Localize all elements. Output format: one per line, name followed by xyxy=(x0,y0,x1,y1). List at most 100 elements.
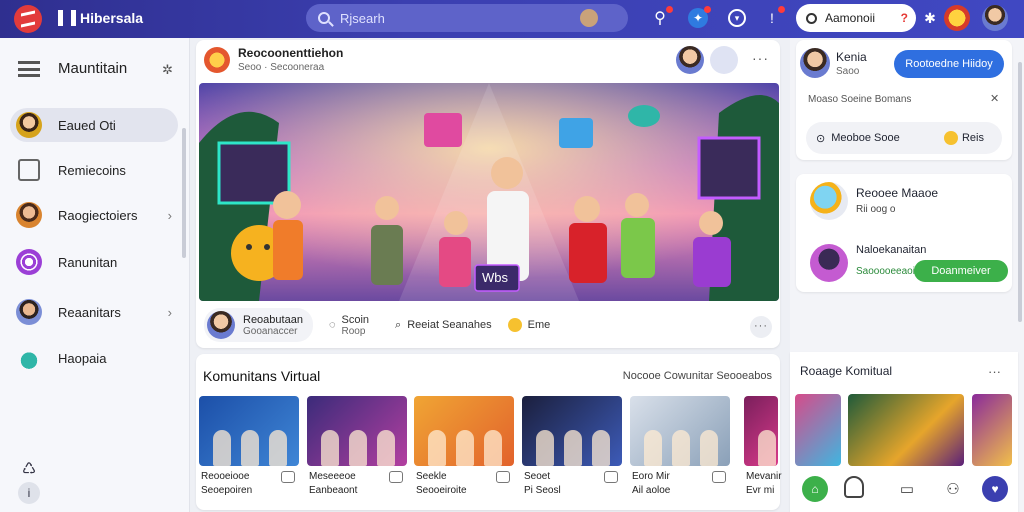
right-scrollbar[interactable] xyxy=(1018,62,1022,322)
user-avatar[interactable] xyxy=(982,5,1008,31)
friend-name[interactable]: Naloekanaitan xyxy=(856,244,926,256)
friend-avatar[interactable] xyxy=(810,182,848,220)
messenger-icon[interactable]: ✦ xyxy=(688,6,711,28)
communities-see-all-link[interactable]: Nocooe Cowunitar Seooeabos xyxy=(623,370,772,382)
heart-icon[interactable]: ♥ xyxy=(982,476,1008,502)
search-icon xyxy=(806,12,817,24)
menu-icon[interactable] xyxy=(18,60,40,77)
voice-avatar-icon[interactable] xyxy=(580,9,598,27)
community-tile[interactable] xyxy=(744,396,778,466)
comment-button[interactable]: ◌ Scoin Roop xyxy=(329,314,369,337)
tile-media-icon[interactable] xyxy=(389,471,403,483)
hero-sign-text: Wbs xyxy=(482,270,508,285)
community-tile-label[interactable]: Meseeeoe Eanbeaont xyxy=(309,470,357,498)
alert-icon[interactable]: ! xyxy=(762,6,785,28)
hero-illustration xyxy=(199,83,779,301)
community-tile[interactable] xyxy=(630,396,730,466)
community-thumb[interactable] xyxy=(795,394,841,466)
pin-icon[interactable]: ⚲ xyxy=(650,6,673,28)
post-image[interactable]: Wbs xyxy=(199,83,779,301)
share-button[interactable]: ⌕ Reeiat Seanahes xyxy=(395,319,492,332)
more-options-icon[interactable]: ··· xyxy=(752,50,769,66)
tile-figure xyxy=(484,430,502,466)
friends-avatar-icon xyxy=(16,299,42,325)
sidebar-item-3[interactable]: Raogiectoiers › xyxy=(10,198,178,232)
community-tile-sub: Evr mi xyxy=(746,485,775,496)
sidebar-item-4[interactable]: Ranunitan xyxy=(10,245,178,279)
brand[interactable]: Hibersala xyxy=(58,10,143,26)
close-icon[interactable]: ✕ xyxy=(990,92,999,105)
building-icon xyxy=(18,159,40,181)
sidebar-scrollbar[interactable] xyxy=(182,128,186,258)
tile-media-icon[interactable] xyxy=(604,471,618,483)
community-thumb[interactable] xyxy=(848,394,964,466)
settings-icon[interactable]: ✱ xyxy=(920,8,940,28)
community-tile-label[interactable]: Mevanir Evr mi xyxy=(746,470,782,498)
quick-row[interactable]: ⊙ Meoboe Sooe Reis xyxy=(806,122,1002,154)
friend-sub: Saooooeeaoi xyxy=(856,266,915,277)
community-thumb[interactable] xyxy=(972,394,1012,466)
friend-avatar[interactable] xyxy=(810,244,848,282)
search-comment-icon: ⌕ xyxy=(395,318,402,331)
right-search-input[interactable]: Aamonoii ? xyxy=(796,4,916,32)
profile-name[interactable]: Kenia xyxy=(836,50,867,64)
commenter-chip[interactable]: Reoabutaan Gooanaccer xyxy=(204,308,313,342)
friend-sub: Rii oog o xyxy=(856,204,896,215)
tile-figure xyxy=(349,430,367,466)
chat-icon[interactable]: ▭ xyxy=(894,476,920,502)
friend-action-button[interactable]: Doanmeiver xyxy=(914,260,1008,282)
quick-row-tag: Reis xyxy=(961,132,984,144)
target-icon xyxy=(16,249,42,275)
sidebar-settings-icon[interactable]: ✲ xyxy=(162,62,173,78)
emoji-icon xyxy=(943,131,958,145)
sidebar-item-label: Eaued Oti xyxy=(58,117,116,133)
info-icon[interactable]: i xyxy=(18,482,40,504)
participant-avatar[interactable] xyxy=(676,46,704,74)
community-tile[interactable] xyxy=(199,396,299,466)
tile-media-icon[interactable] xyxy=(281,471,295,483)
post-author[interactable]: Reocoonenttiehon xyxy=(238,46,343,60)
search-placeholder: Rjsearh xyxy=(340,10,385,26)
more-options-icon[interactable]: ··· xyxy=(988,364,1001,379)
home-icon[interactable]: ⌂ xyxy=(802,476,828,502)
profile-avatar[interactable] xyxy=(800,48,830,78)
group-icon[interactable] xyxy=(710,46,738,74)
community-tile-sub: Pi Seosl xyxy=(524,485,561,496)
video-icon[interactable]: ▾ xyxy=(728,9,746,27)
commenter-name: Reoabutaan xyxy=(243,313,303,326)
community-tile-label[interactable]: Reooeiooe Seoepoiren xyxy=(201,470,252,498)
sidebar-item-6[interactable]: Haopaia xyxy=(10,341,178,375)
app-logo[interactable] xyxy=(14,5,42,33)
post-more-icon[interactable]: ··· xyxy=(750,316,772,338)
lower-community-card: Roaage Komitual ··· ⌂ ▭ ⚇ ♥ xyxy=(790,352,1018,512)
profile-action-button[interactable]: Rootoedne Hiidoy xyxy=(894,50,1004,78)
tile-figure xyxy=(269,430,287,466)
tile-media-icon[interactable] xyxy=(712,471,726,483)
community-tile-label[interactable]: Seoet Pi Seosl xyxy=(524,470,561,498)
emoji-avatar[interactable] xyxy=(944,5,970,31)
tile-figure xyxy=(456,430,474,466)
bell-icon[interactable] xyxy=(844,476,864,498)
friend-name[interactable]: Reooee Maaoe xyxy=(856,186,938,200)
sidebar-item-label: Raogiectoiers xyxy=(58,207,138,223)
page-avatar[interactable] xyxy=(204,46,230,73)
sidebar-item-5[interactable]: Reaanitars › xyxy=(10,295,178,329)
search-input[interactable]: Rjsearh xyxy=(306,4,628,32)
community-tile[interactable] xyxy=(414,396,514,466)
tile-media-icon[interactable] xyxy=(496,471,510,483)
profile-icon[interactable]: ⚇ xyxy=(940,476,966,502)
tile-figure xyxy=(644,430,662,466)
tile-figure xyxy=(377,430,395,466)
community-tile-label[interactable]: Eoro Mir Ail aoloe xyxy=(632,470,670,498)
profile-card: Kenia Saoo Rootoedne Hiidoy Moaso Soeine… xyxy=(796,40,1012,160)
recycle-icon[interactable]: ♺ xyxy=(18,458,40,480)
community-tile-sub: Seoepoiren xyxy=(201,485,253,496)
community-tile[interactable] xyxy=(307,396,407,466)
community-tile-title: Meseeeoe xyxy=(309,471,356,482)
sidebar-item-1[interactable]: Eaued Oti xyxy=(10,108,178,142)
community-tile-label[interactable]: Seekle Seooeiroite xyxy=(416,470,467,498)
sidebar-item-2[interactable]: Remiecoins xyxy=(10,153,178,187)
sidebar-title: Mauntitain xyxy=(58,60,128,77)
community-tile[interactable] xyxy=(522,396,622,466)
reaction-button[interactable]: Eme xyxy=(507,318,550,332)
